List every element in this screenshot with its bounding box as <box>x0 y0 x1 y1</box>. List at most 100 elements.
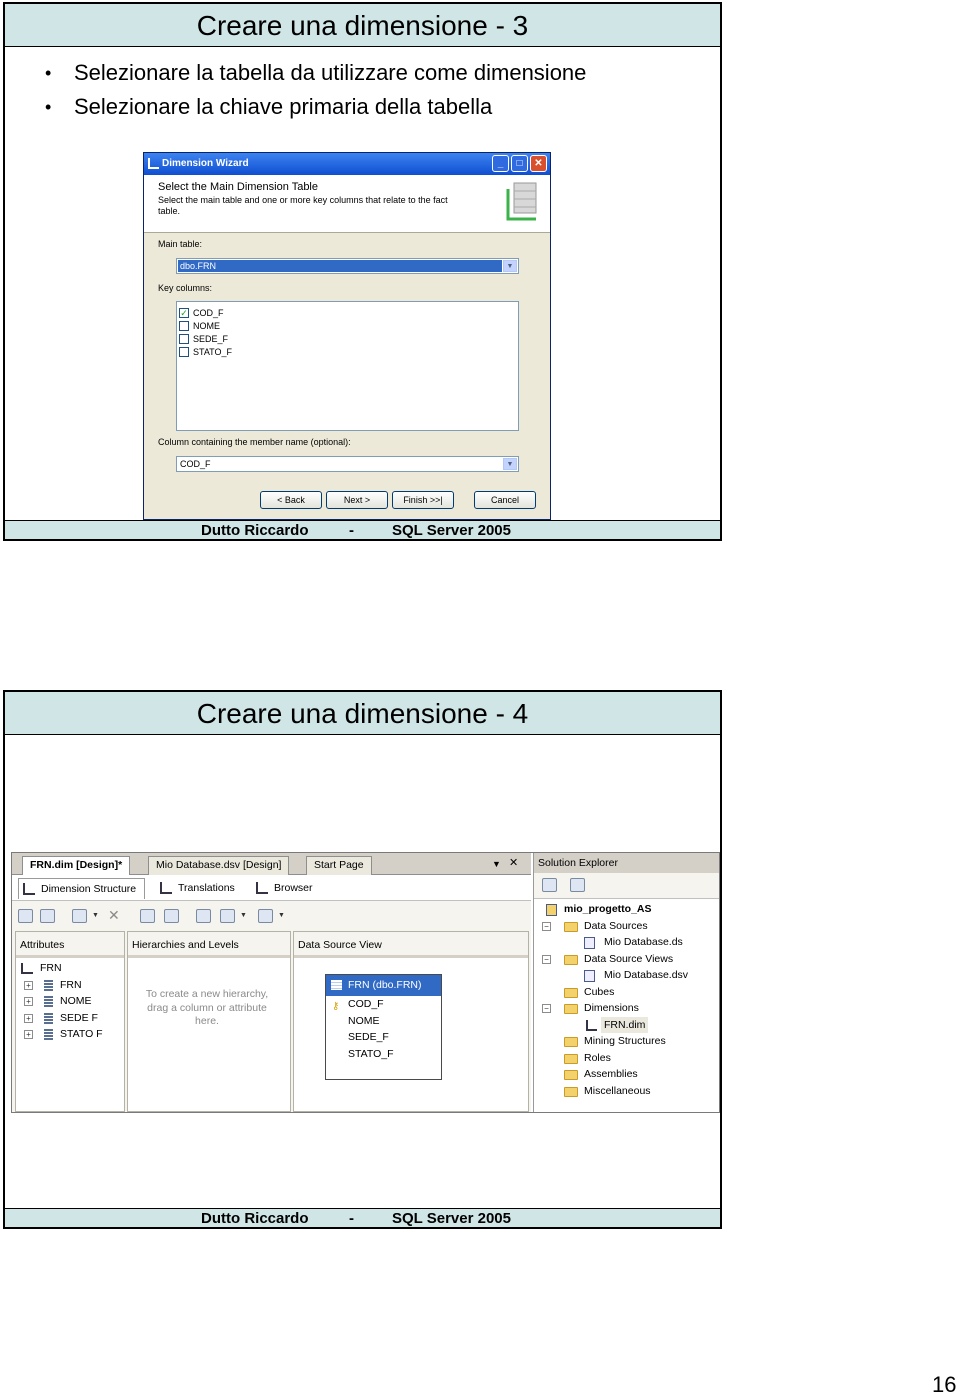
tree-file[interactable]: Mio Database.dsv <box>534 967 719 984</box>
key-column-item[interactable]: STATO_F <box>179 345 516 358</box>
dimension-wizard-dialog: Dimension Wizard _ □ ✕ Select the Main D… <box>143 152 551 520</box>
checkbox-icon[interactable] <box>179 320 189 331</box>
main-table-select[interactable]: dbo.FRN ▼ <box>176 258 519 274</box>
key-column-item[interactable]: NOME <box>179 319 516 332</box>
cube-graphic-icon <box>506 182 537 221</box>
collapse-icon[interactable]: − <box>542 921 551 931</box>
column-label: COD_F <box>348 998 384 1010</box>
minimize-button[interactable]: _ <box>492 155 509 172</box>
tree-label: Roles <box>584 1051 611 1064</box>
back-button[interactable]: < Back <box>260 491 322 509</box>
folder-icon <box>564 1053 578 1064</box>
cancel-button[interactable]: Cancel <box>474 491 536 509</box>
expand-icon[interactable]: + <box>24 980 33 990</box>
attribute-item[interactable]: + STATO F <box>16 1026 124 1043</box>
view-icon[interactable] <box>72 909 87 923</box>
arrange-icon[interactable] <box>258 909 273 923</box>
tab-label: Dimension Structure <box>41 883 137 895</box>
key-column-label: STATO_F <box>193 346 233 357</box>
table-column[interactable]: STATO_F <box>326 1046 441 1063</box>
attribute-item[interactable]: + NOME <box>16 993 124 1010</box>
slide-title: Creare una dimensione - 3 <box>5 4 720 47</box>
table-column[interactable]: SEDE_F <box>326 1029 441 1046</box>
tree-folder[interactable]: − Data Source Views <box>534 951 719 968</box>
tree-folder[interactable]: Roles <box>534 1050 719 1067</box>
key-column-label: NOME <box>193 320 220 331</box>
tree-file[interactable]: FRN.dim <box>534 1016 719 1033</box>
translations-icon <box>160 882 172 894</box>
tree-file[interactable]: Mio Database.ds <box>534 934 719 951</box>
maximize-button[interactable]: □ <box>511 155 528 172</box>
properties-icon[interactable] <box>542 878 557 892</box>
table-column[interactable]: ⚷ COD_F <box>326 996 441 1013</box>
tab-browser[interactable]: Browser <box>252 878 313 899</box>
main-table-value: dbo.FRN <box>178 260 502 272</box>
frn-table[interactable]: FRN (dbo.FRN) ⚷ COD_F NOME SEDE_F STATO_… <box>325 974 442 1080</box>
designer-toolbar: ▼ ✕ ▼ ▼ <box>12 901 531 931</box>
table-icon[interactable] <box>140 909 155 923</box>
collapse-icon[interactable]: − <box>542 1004 551 1013</box>
designer-subtabs: Dimension Structure Translations Browser <box>12 875 531 901</box>
next-button[interactable]: Next > <box>326 491 388 509</box>
tab-dropdown-icon[interactable]: ▼ <box>492 859 501 869</box>
attribute-item[interactable]: + FRN <box>16 977 124 994</box>
key-column-item[interactable]: SEDE_F <box>179 332 516 345</box>
chevron-down-icon[interactable]: ▼ <box>278 909 286 923</box>
key-column-label: SEDE_F <box>193 333 229 344</box>
project-icon <box>546 904 557 916</box>
attribute-item[interactable]: + SEDE F <box>16 1010 124 1027</box>
show-all-files-icon[interactable] <box>570 878 585 892</box>
tree-folder[interactable]: Assemblies <box>534 1066 719 1083</box>
bullet-list: Selezionare la tabella da utilizzare com… <box>45 56 586 124</box>
folder-icon <box>564 1037 578 1047</box>
tree-label: FRN.dim <box>601 1016 649 1033</box>
table-column[interactable]: NOME <box>326 1013 441 1030</box>
attribute-label: STATO F <box>60 1028 103 1040</box>
attribute-icon <box>44 1012 53 1024</box>
slide-4: Creare una dimensione - 4 FRN.dim [Desig… <box>3 690 722 1229</box>
chevron-down-icon[interactable]: ▼ <box>503 458 517 470</box>
footer-separator: - <box>349 1210 354 1227</box>
folder-icon <box>564 1070 578 1080</box>
chevron-down-icon[interactable]: ▼ <box>503 260 517 272</box>
find-table-icon[interactable] <box>196 909 211 923</box>
checkbox-icon[interactable] <box>179 346 189 357</box>
data-source-view-icon <box>584 970 595 982</box>
tree-folder[interactable]: Cubes <box>534 984 719 1001</box>
close-button[interactable]: ✕ <box>530 155 547 172</box>
project-node[interactable]: mio_progetto_AS <box>534 901 719 918</box>
tab-label: Translations <box>178 882 235 894</box>
new-named-query-icon[interactable] <box>164 909 179 923</box>
tab-mio-database-dsv[interactable]: Mio Database.dsv [Design] <box>148 856 290 875</box>
tab-start-page[interactable]: Start Page <box>306 856 372 875</box>
expand-icon[interactable]: + <box>24 997 33 1006</box>
process-icon[interactable] <box>18 909 33 923</box>
key-column-item[interactable]: ✓ COD_F <box>179 306 516 319</box>
key-attribute-icon <box>44 979 53 991</box>
collapse-icon[interactable]: − <box>542 954 551 964</box>
checkbox-checked-icon[interactable]: ✓ <box>179 307 189 318</box>
dsv-header: Data Source View <box>294 932 528 958</box>
tab-frn-dim-design[interactable]: FRN.dim [Design]* <box>22 856 131 875</box>
expand-icon[interactable]: + <box>24 1013 33 1023</box>
dimension-root[interactable]: FRN <box>16 960 124 977</box>
chevron-down-icon[interactable]: ▼ <box>92 909 100 923</box>
tab-dimension-structure[interactable]: Dimension Structure <box>18 878 146 899</box>
wizard-step-description: Select the main table and one or more ke… <box>158 195 448 216</box>
chevron-down-icon[interactable]: ▼ <box>240 909 248 923</box>
tree-folder[interactable]: Miscellaneous <box>534 1083 719 1100</box>
tree-folder[interactable]: − Dimensions <box>534 1000 719 1017</box>
delete-icon[interactable]: ✕ <box>108 908 123 923</box>
checkbox-icon[interactable] <box>179 333 189 344</box>
dimension-name: FRN <box>40 962 62 974</box>
tree-label: Cubes <box>584 985 615 998</box>
zoom-icon[interactable] <box>220 909 235 923</box>
tree-folder[interactable]: − Data Sources <box>534 918 719 935</box>
tree-folder[interactable]: Mining Structures <box>534 1033 719 1050</box>
member-name-select[interactable]: COD_F ▼ <box>176 456 519 472</box>
expand-icon[interactable]: + <box>24 1030 33 1039</box>
tab-translations[interactable]: Translations <box>156 878 235 899</box>
close-icon[interactable]: ✕ <box>509 856 518 869</box>
finish-button[interactable]: Finish >>| <box>392 491 454 509</box>
refresh-icon[interactable] <box>40 909 55 923</box>
